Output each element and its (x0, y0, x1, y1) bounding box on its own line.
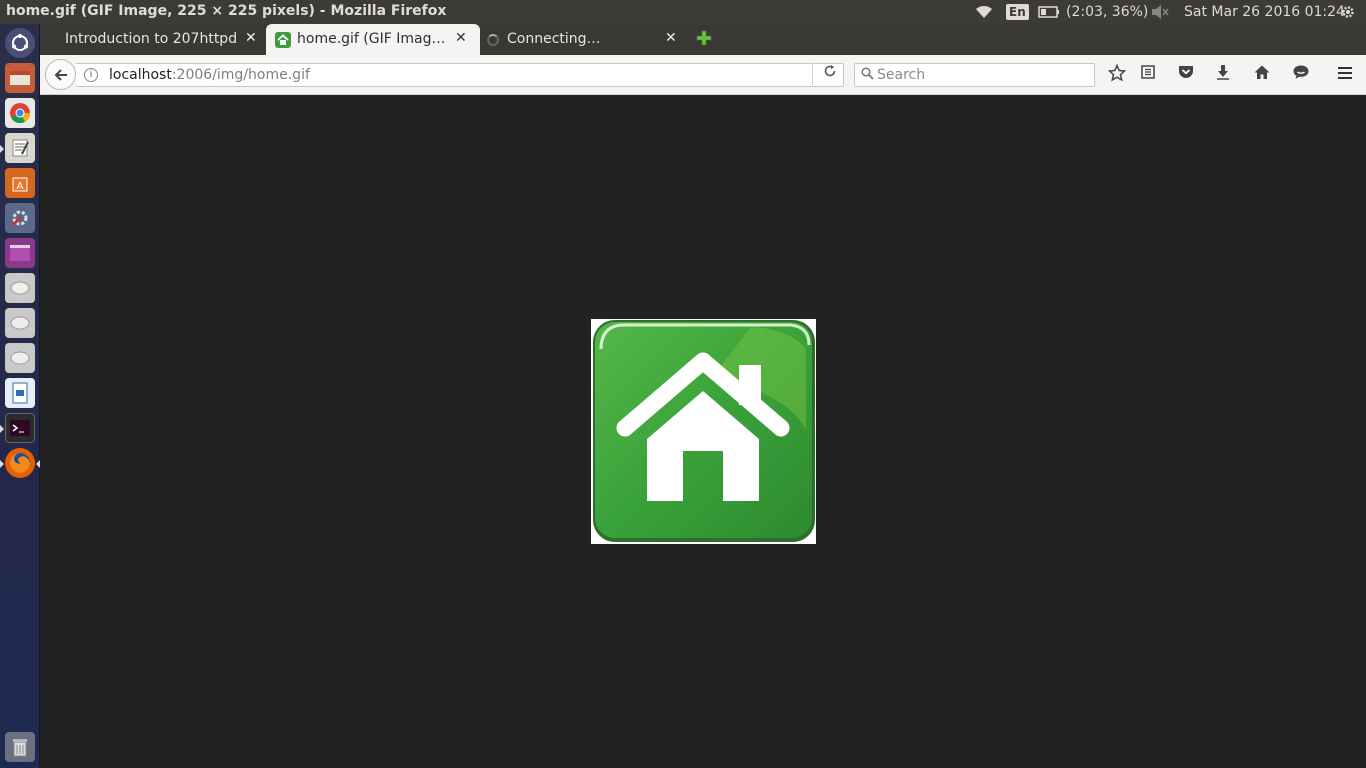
url-text[interactable]: localhost:2006/img/home.gif (109, 67, 310, 83)
menu-hamburger-icon[interactable] (1333, 64, 1357, 86)
chat-icon[interactable] (1289, 64, 1313, 86)
pocket-icon[interactable] (1174, 64, 1198, 86)
tab-connecting[interactable]: Connecting… ✕ (480, 24, 700, 55)
plus-icon (696, 30, 712, 46)
session-gear-icon[interactable] (1340, 0, 1356, 24)
url-path: :2006/img/home.gif (171, 67, 310, 83)
tab-close-icon[interactable]: ✕ (455, 30, 467, 46)
drive-icon[interactable] (5, 273, 35, 303)
chrome-icon[interactable] (5, 98, 35, 128)
top-panel: home.gif (GIF Image, 225 × 225 pixels) -… (0, 0, 1366, 24)
search-icon (861, 67, 874, 84)
libreoffice-writer-icon[interactable] (5, 378, 35, 408)
navigation-toolbar: i localhost:2006/img/home.gif (40, 55, 1366, 95)
tab-label: Connecting… (507, 31, 601, 47)
system-settings-icon[interactable] (5, 203, 35, 233)
wifi-icon[interactable] (972, 0, 996, 24)
arrow-left-icon (54, 68, 67, 81)
svg-text:A: A (17, 181, 24, 192)
loading-spinner-icon (487, 34, 499, 46)
software-center-icon[interactable]: A (5, 168, 35, 198)
home-icon[interactable] (1250, 64, 1274, 86)
reload-icon (824, 65, 836, 77)
drive-icon[interactable] (5, 308, 35, 338)
tab-close-icon[interactable]: ✕ (665, 30, 677, 46)
url-host: localhost (109, 67, 172, 83)
running-indicator (0, 425, 4, 433)
drive-icon[interactable] (5, 343, 35, 373)
workspace-switcher-icon[interactable] (5, 238, 35, 268)
tab-strip: Introduction to 207httpd ✕ home.gif (GIF… (40, 24, 1366, 55)
files-icon[interactable] (5, 63, 35, 93)
home-gif-image[interactable] (591, 319, 816, 544)
clock[interactable]: Sat Mar 26 2016 01:24 (1184, 0, 1345, 24)
tab-home-gif[interactable]: home.gif (GIF Image, 225 × 225 pixels) ✕ (266, 24, 480, 55)
new-tab-button[interactable] (694, 30, 714, 50)
home-favicon-icon (275, 32, 291, 48)
tab-label: Introduction to 207httpd (65, 31, 238, 47)
reading-list-icon[interactable] (1136, 64, 1160, 86)
tab-introduction[interactable]: Introduction to 207httpd ✕ (40, 24, 270, 55)
text-editor-icon[interactable] (5, 133, 35, 163)
trash-icon[interactable] (5, 732, 35, 762)
back-button[interactable] (45, 59, 76, 90)
image-viewer-content (40, 96, 1366, 768)
ubuntu-dash-icon[interactable] (5, 28, 35, 58)
search-input[interactable] (877, 65, 1087, 85)
info-icon[interactable]: i (84, 68, 98, 82)
running-indicator (0, 460, 4, 468)
home-icon (593, 320, 815, 542)
running-indicator (0, 145, 4, 153)
battery-text: (2:03, 36%) (1066, 4, 1149, 20)
downloads-icon[interactable] (1211, 64, 1235, 86)
battery-indicator[interactable]: (2:03, 36%) (1038, 0, 1148, 24)
keyboard-language-indicator[interactable]: En (1006, 0, 1029, 24)
reload-button[interactable] (820, 64, 840, 84)
launcher: A (0, 24, 40, 768)
terminal-icon[interactable] (5, 413, 35, 443)
tab-close-icon[interactable]: ✕ (245, 30, 257, 46)
firefox-icon[interactable] (5, 448, 35, 478)
tab-label: home.gif (GIF Image, 225 × 225 pixels) (297, 31, 447, 47)
url-divider (812, 63, 813, 85)
search-bar[interactable] (854, 63, 1095, 87)
url-bar[interactable]: i localhost:2006/img/home.gif (76, 63, 844, 87)
battery-icon (1038, 6, 1059, 18)
bookmark-star-icon[interactable] (1105, 63, 1129, 86)
window-title: home.gif (GIF Image, 225 × 225 pixels) -… (6, 3, 447, 19)
volume-muted-icon[interactable] (1150, 0, 1170, 24)
